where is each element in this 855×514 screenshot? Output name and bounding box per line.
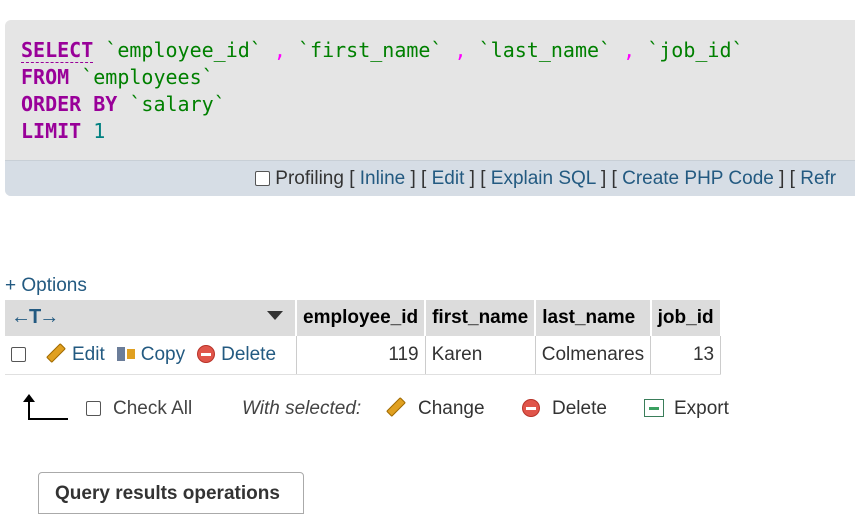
- sql-limit-value: 1: [93, 119, 106, 143]
- pencil-icon: [386, 397, 406, 417]
- query-results-operations-title: Query results operations: [55, 483, 280, 504]
- sql-keyword-limit: LIMIT: [21, 119, 82, 143]
- sql-code: SELECT `employee_id` , `first_name` , `l…: [21, 37, 744, 145]
- delete-icon: [197, 345, 216, 363]
- column-header-employee-id[interactable]: employee_id: [296, 300, 427, 336]
- cell-last-name[interactable]: Colmenares: [535, 336, 652, 375]
- check-all-label: Check All: [113, 398, 193, 419]
- column-toggle-icon[interactable]: ←T→: [11, 306, 59, 329]
- profiling-label: Profiling: [275, 168, 344, 189]
- row-delete-button[interactable]: Delete: [197, 344, 276, 365]
- profiling-checkbox[interactable]: [255, 171, 270, 186]
- copy-icon: [116, 345, 135, 363]
- options-link[interactable]: + Options: [5, 275, 87, 296]
- bulk-delete-button[interactable]: Delete: [522, 398, 607, 420]
- export-label: Export: [674, 398, 729, 419]
- check-all-control[interactable]: Check All: [86, 398, 192, 420]
- sql-table: `employees`: [81, 65, 214, 89]
- row-edit-button[interactable]: Edit: [46, 343, 105, 365]
- cell-first-name[interactable]: Karen: [425, 336, 536, 375]
- query-results-operations-panel[interactable]: Query results operations: [38, 472, 304, 514]
- with-selected-label: With selected:: [242, 398, 362, 419]
- check-all-checkbox[interactable]: [86, 401, 101, 416]
- cell-employee-id[interactable]: 119: [296, 336, 426, 375]
- results-table: ←T→ employee_id first_name last_name job…: [5, 300, 722, 375]
- row-copy-label: Copy: [140, 344, 186, 365]
- table-header-row: ←T→ employee_id first_name last_name job…: [5, 300, 722, 336]
- sql-query-box: SELECT `employee_id` , `first_name` , `l…: [5, 20, 855, 196]
- column-header-job-id[interactable]: job_id: [650, 300, 722, 336]
- row-edit-label: Edit: [72, 344, 105, 365]
- sql-column: `job_id`: [647, 38, 744, 62]
- sql-separator: ,: [454, 38, 467, 62]
- inline-link[interactable]: Inline: [360, 168, 405, 189]
- row-copy-button[interactable]: Copy: [116, 344, 186, 365]
- sql-order-column: `salary`: [129, 92, 226, 116]
- header-controls: ←T→: [5, 300, 297, 336]
- column-header-last-name[interactable]: last_name: [535, 300, 652, 336]
- change-label: Change: [418, 398, 485, 419]
- chevron-down-icon[interactable]: [267, 311, 283, 320]
- sql-column: `first_name`: [297, 38, 443, 62]
- sql-tools-bar: Profiling [ Inline ] [ Edit ] [ Explain …: [5, 160, 855, 196]
- export-icon: [644, 399, 664, 417]
- explain-sql-link[interactable]: Explain SQL: [491, 168, 596, 189]
- row-actions: Edit Copy Delete: [5, 336, 297, 375]
- sql-keyword-order-by: ORDER BY: [21, 92, 118, 116]
- sql-column: `last_name`: [478, 38, 612, 62]
- options-toggle[interactable]: + Options: [5, 275, 87, 297]
- cell-job-id[interactable]: 13: [650, 336, 722, 375]
- sql-keyword-from: FROM: [21, 65, 70, 89]
- change-button[interactable]: Change: [386, 397, 485, 420]
- sql-separator: ,: [273, 38, 286, 62]
- sql-column: `employee_id`: [105, 38, 262, 62]
- edit-link[interactable]: Edit: [432, 168, 465, 189]
- create-php-code-link[interactable]: Create PHP Code: [622, 168, 774, 189]
- pencil-icon: [46, 343, 66, 363]
- sql-keyword-select[interactable]: SELECT: [21, 38, 94, 63]
- delete-icon: [522, 399, 540, 417]
- bulk-delete-label: Delete: [552, 398, 607, 419]
- column-header-first-name[interactable]: first_name: [425, 300, 537, 336]
- row-delete-label: Delete: [221, 344, 277, 365]
- sql-separator: ,: [623, 38, 636, 62]
- export-button[interactable]: Export: [644, 398, 729, 420]
- arrow-up-icon: [23, 394, 68, 420]
- row-checkbox[interactable]: [11, 347, 26, 362]
- refresh-link[interactable]: Refr: [800, 168, 836, 189]
- table-row: Edit Copy Delete 119 Karen Colmenares 13: [5, 336, 722, 375]
